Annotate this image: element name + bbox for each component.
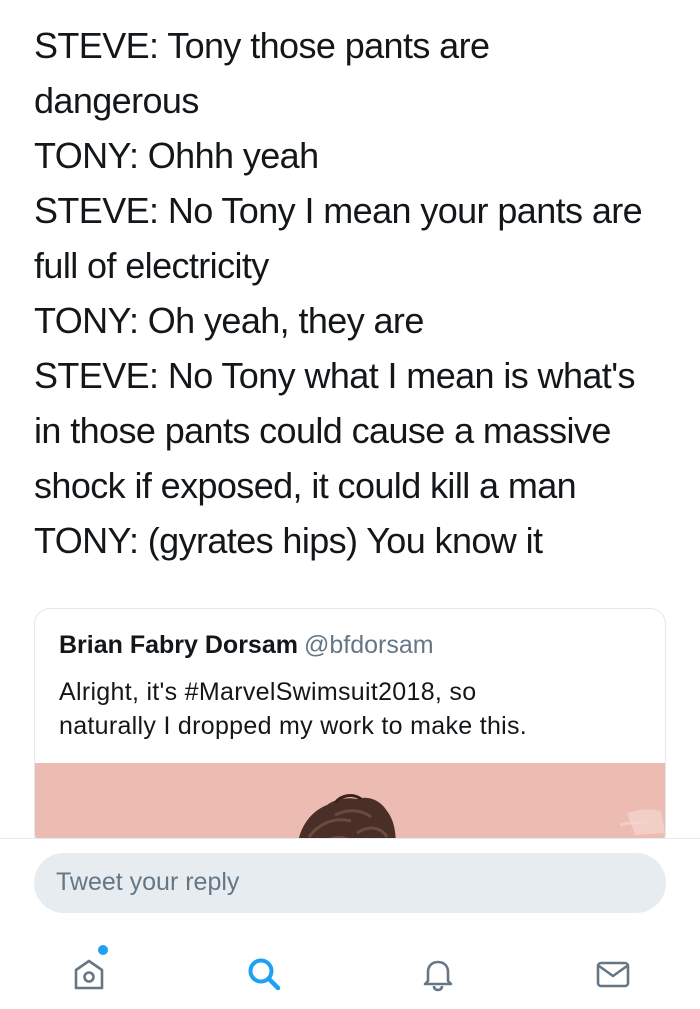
- tweet-line: in those pants could cause a massive: [34, 410, 611, 451]
- tweet-line: TONY: (gyrates hips) You know it: [34, 520, 543, 561]
- tweet-line: shock if exposed, it could kill a man: [34, 465, 577, 506]
- home-icon: [74, 959, 104, 990]
- tweet-line: STEVE: Tony those pants are: [34, 25, 490, 66]
- tab-search[interactable]: [229, 939, 299, 1009]
- search-icon: [248, 958, 281, 991]
- quoted-tweet-line: naturally I dropped my work to make this…: [59, 712, 528, 740]
- quoted-author-handle: @bfdorsam: [303, 631, 434, 659]
- bottom-sheet: Tweet your reply: [0, 838, 700, 1009]
- envelope-icon: [596, 961, 630, 988]
- tab-messages[interactable]: [578, 939, 648, 1009]
- tweet-line: dangerous: [34, 80, 199, 121]
- quoted-tweet-text: Alright, it's #MarvelSwimsuit2018, so na…: [59, 675, 649, 743]
- bell-icon: [423, 960, 453, 992]
- tab-notifications[interactable]: [403, 939, 473, 1009]
- tweet-line: TONY: Ohhh yeah: [34, 135, 319, 176]
- quoted-author-name: Brian Fabry Dorsam: [59, 631, 298, 659]
- hair-illustration: [297, 794, 665, 849]
- reply-input[interactable]: Tweet your reply: [34, 853, 666, 913]
- tweet-line: STEVE: No Tony what I mean is what's: [34, 355, 635, 396]
- reply-placeholder: Tweet your reply: [56, 868, 240, 896]
- notification-dot: [98, 945, 108, 955]
- tweet-text: STEVE: Tony those pants are dangerous TO…: [34, 18, 674, 568]
- tweet-line: TONY: Oh yeah, they are: [34, 300, 424, 341]
- tweet-line: STEVE: No Tony I mean your pants are: [34, 190, 643, 231]
- quoted-tweet-author: Brian Fabry Dorsam @bfdorsam: [59, 631, 434, 660]
- quoted-tweet-line: Alright, it's #MarvelSwimsuit2018, so: [59, 678, 477, 706]
- tab-bar: [0, 939, 700, 1009]
- tweet-line: full of electricity: [34, 245, 269, 286]
- quoted-tweet-card[interactable]: Brian Fabry Dorsam @bfdorsam Alright, it'…: [34, 608, 666, 850]
- quoted-tweet-image[interactable]: [35, 763, 665, 849]
- tab-home[interactable]: [54, 939, 124, 1009]
